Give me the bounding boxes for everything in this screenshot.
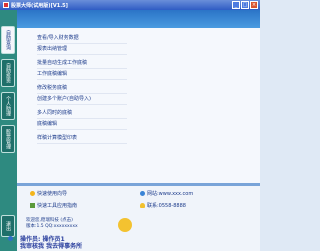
nav-tab-5[interactable]: 退出: [1, 215, 15, 237]
menu-item[interactable]: 批量自动生成工作底稿: [37, 58, 127, 69]
nav-tab-2[interactable]: 自助投资: [1, 59, 15, 87]
operator-line: 操作员: 操作员1: [20, 236, 65, 243]
minimize-button[interactable]: _: [232, 1, 240, 9]
website-link[interactable]: 网站:www.xxx.com: [140, 190, 193, 197]
app-window: 股票大师(试用版)[V1.5] _ □ × 自助查询 自助投资 个人助理 股票管…: [0, 0, 260, 251]
menu-item[interactable]: 底稿编辑: [37, 119, 127, 130]
main-panel: 查看/导入财务数据 报表出纳管理 批量自动生成工作底稿 工作底稿编辑 修改税务底…: [17, 28, 260, 183]
audit-line: 我审核我 我去得事务所: [20, 243, 83, 250]
menu-item[interactable]: 查看/导入财务数据: [37, 33, 127, 44]
menu-item[interactable]: 多人同时的底稿: [37, 108, 127, 119]
left-nav: 自助查询 自助投资 个人助理 股票管理 退出: [0, 10, 17, 251]
nav-tab-4[interactable]: 股票管理: [1, 125, 15, 153]
globe-icon: [140, 191, 145, 196]
tool-guide-label: 快速工具应用指南: [37, 203, 78, 209]
title-bar: 股票大师(试用版)[V1.5] _ □ ×: [0, 0, 260, 10]
bullet-icon: [8, 236, 13, 241]
quick-guide-link[interactable]: 快速使用向导: [30, 190, 67, 197]
nav-tab-1[interactable]: 自助查询: [1, 26, 15, 54]
maximize-button[interactable]: □: [241, 1, 249, 9]
help-link[interactable]: 联系:0558-8888: [140, 202, 186, 209]
close-button[interactable]: ×: [250, 1, 258, 9]
info-area: 欢迎您,稳瑞科技 (点击) 版本:1.5 QQ:xxxxxxxxx: [26, 218, 206, 230]
operator-message: 操作员: 操作员1 我审核我 我去得事务所: [20, 236, 140, 250]
nav-tab-3[interactable]: 个人助理: [1, 92, 15, 120]
book-icon: [30, 203, 35, 208]
function-menu: 查看/导入财务数据 报表出纳管理 批量自动生成工作底稿 工作底稿编辑 修改税务底…: [37, 33, 127, 144]
coin-icon: [118, 218, 132, 232]
header-banner: [17, 10, 260, 28]
menu-item[interactable]: 修改税务底稿: [37, 83, 127, 94]
window-controls: _ □ ×: [232, 1, 258, 9]
info-line: 版本:1.5 QQ:xxxxxxxxx: [26, 224, 78, 229]
bulb-icon: [140, 203, 145, 208]
window-title: 股票大师(试用版)[V1.5]: [11, 2, 68, 9]
star-icon: [30, 191, 35, 196]
menu-item[interactable]: 工作底稿编辑: [37, 69, 127, 80]
app-icon: [3, 2, 9, 8]
menu-item[interactable]: 报表出纳管理: [37, 44, 127, 55]
website-label: 网站:www.xxx.com: [147, 191, 194, 197]
menu-item[interactable]: 创建多个账户(自助导入): [37, 94, 127, 105]
menu-item[interactable]: 样稿计算模型印表: [37, 133, 127, 144]
tool-guide-link[interactable]: 快速工具应用指南: [30, 202, 77, 209]
quick-guide-label: 快速使用向导: [37, 191, 68, 197]
help-label: 联系:0558-8888: [147, 203, 186, 209]
